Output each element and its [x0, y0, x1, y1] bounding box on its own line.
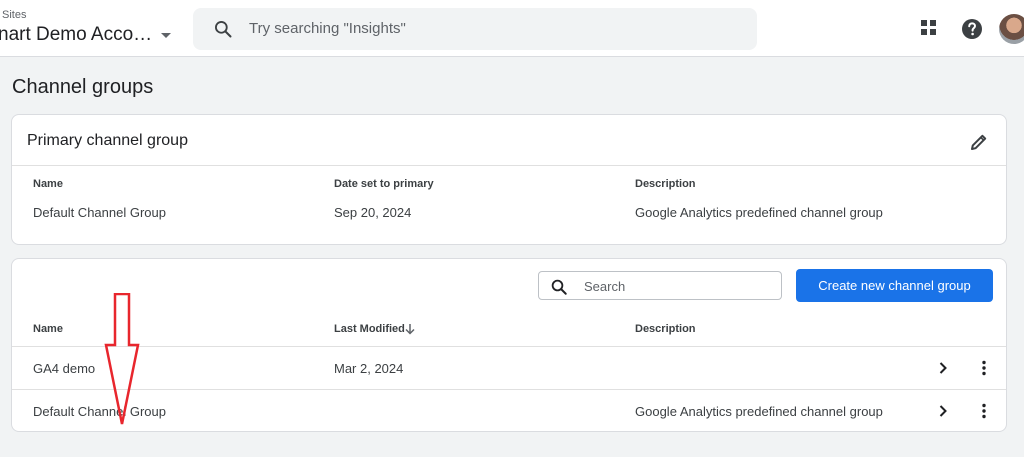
- global-search-placeholder: Try searching "Insights": [249, 20, 406, 37]
- search-icon: [551, 279, 567, 295]
- account-selector[interactable]: nart Demo Acco…: [0, 24, 152, 46]
- annotation-arrow-icon: [104, 293, 140, 425]
- avatar[interactable]: [999, 14, 1024, 44]
- more-vert-icon[interactable]: [977, 403, 991, 419]
- row-name[interactable]: Default Channel Group: [33, 404, 166, 419]
- row-name[interactable]: GA4 demo: [33, 361, 95, 376]
- primary-name: Default Channel Group: [33, 205, 166, 220]
- search-icon: [215, 21, 232, 38]
- table-search-placeholder: Search: [584, 279, 626, 294]
- col-header-description: Description: [635, 178, 696, 190]
- primary-date: Sep 20, 2024: [334, 205, 412, 220]
- col-header-name[interactable]: Name: [33, 323, 63, 335]
- primary-channel-group-card: Primary channel group Name Date set to p…: [11, 114, 1007, 245]
- row-description: Google Analytics predefined channel grou…: [635, 404, 883, 419]
- more-vert-icon[interactable]: [977, 360, 991, 376]
- apps-grid-icon[interactable]: [918, 17, 940, 39]
- create-channel-group-button[interactable]: Create new channel group: [796, 269, 993, 302]
- channel-groups-table-card: Search Create new channel group Name Las…: [11, 258, 1007, 432]
- row-divider: [12, 389, 1006, 390]
- edit-pencil-icon[interactable]: [969, 132, 989, 152]
- sort-descending-icon[interactable]: [404, 323, 416, 335]
- caret-down-icon[interactable]: [161, 33, 171, 38]
- col-header-description: Description: [635, 323, 696, 335]
- page-title: Channel groups: [12, 76, 154, 98]
- col-header-date-set: Date set to primary: [334, 178, 434, 190]
- row-divider: [12, 346, 1006, 347]
- col-header-name: Name: [33, 178, 63, 190]
- row-modified: Mar 2, 2024: [334, 361, 404, 376]
- col-header-last-modified[interactable]: Last Modified: [334, 323, 405, 335]
- chevron-right-icon[interactable]: [936, 404, 950, 418]
- table-search-input[interactable]: Search: [538, 271, 782, 300]
- account-breadcrumb: Sites: [2, 9, 27, 21]
- primary-card-title: Primary channel group: [27, 132, 188, 149]
- global-search-bar[interactable]: Try searching "Insights": [193, 8, 757, 50]
- top-bar: Sites nart Demo Acco… Try searching "Ins…: [0, 0, 1024, 57]
- primary-description: Google Analytics predefined channel grou…: [635, 205, 883, 220]
- chevron-right-icon[interactable]: [936, 361, 950, 375]
- primary-card-header: Primary channel group: [12, 115, 1006, 166]
- help-icon[interactable]: [960, 17, 984, 41]
